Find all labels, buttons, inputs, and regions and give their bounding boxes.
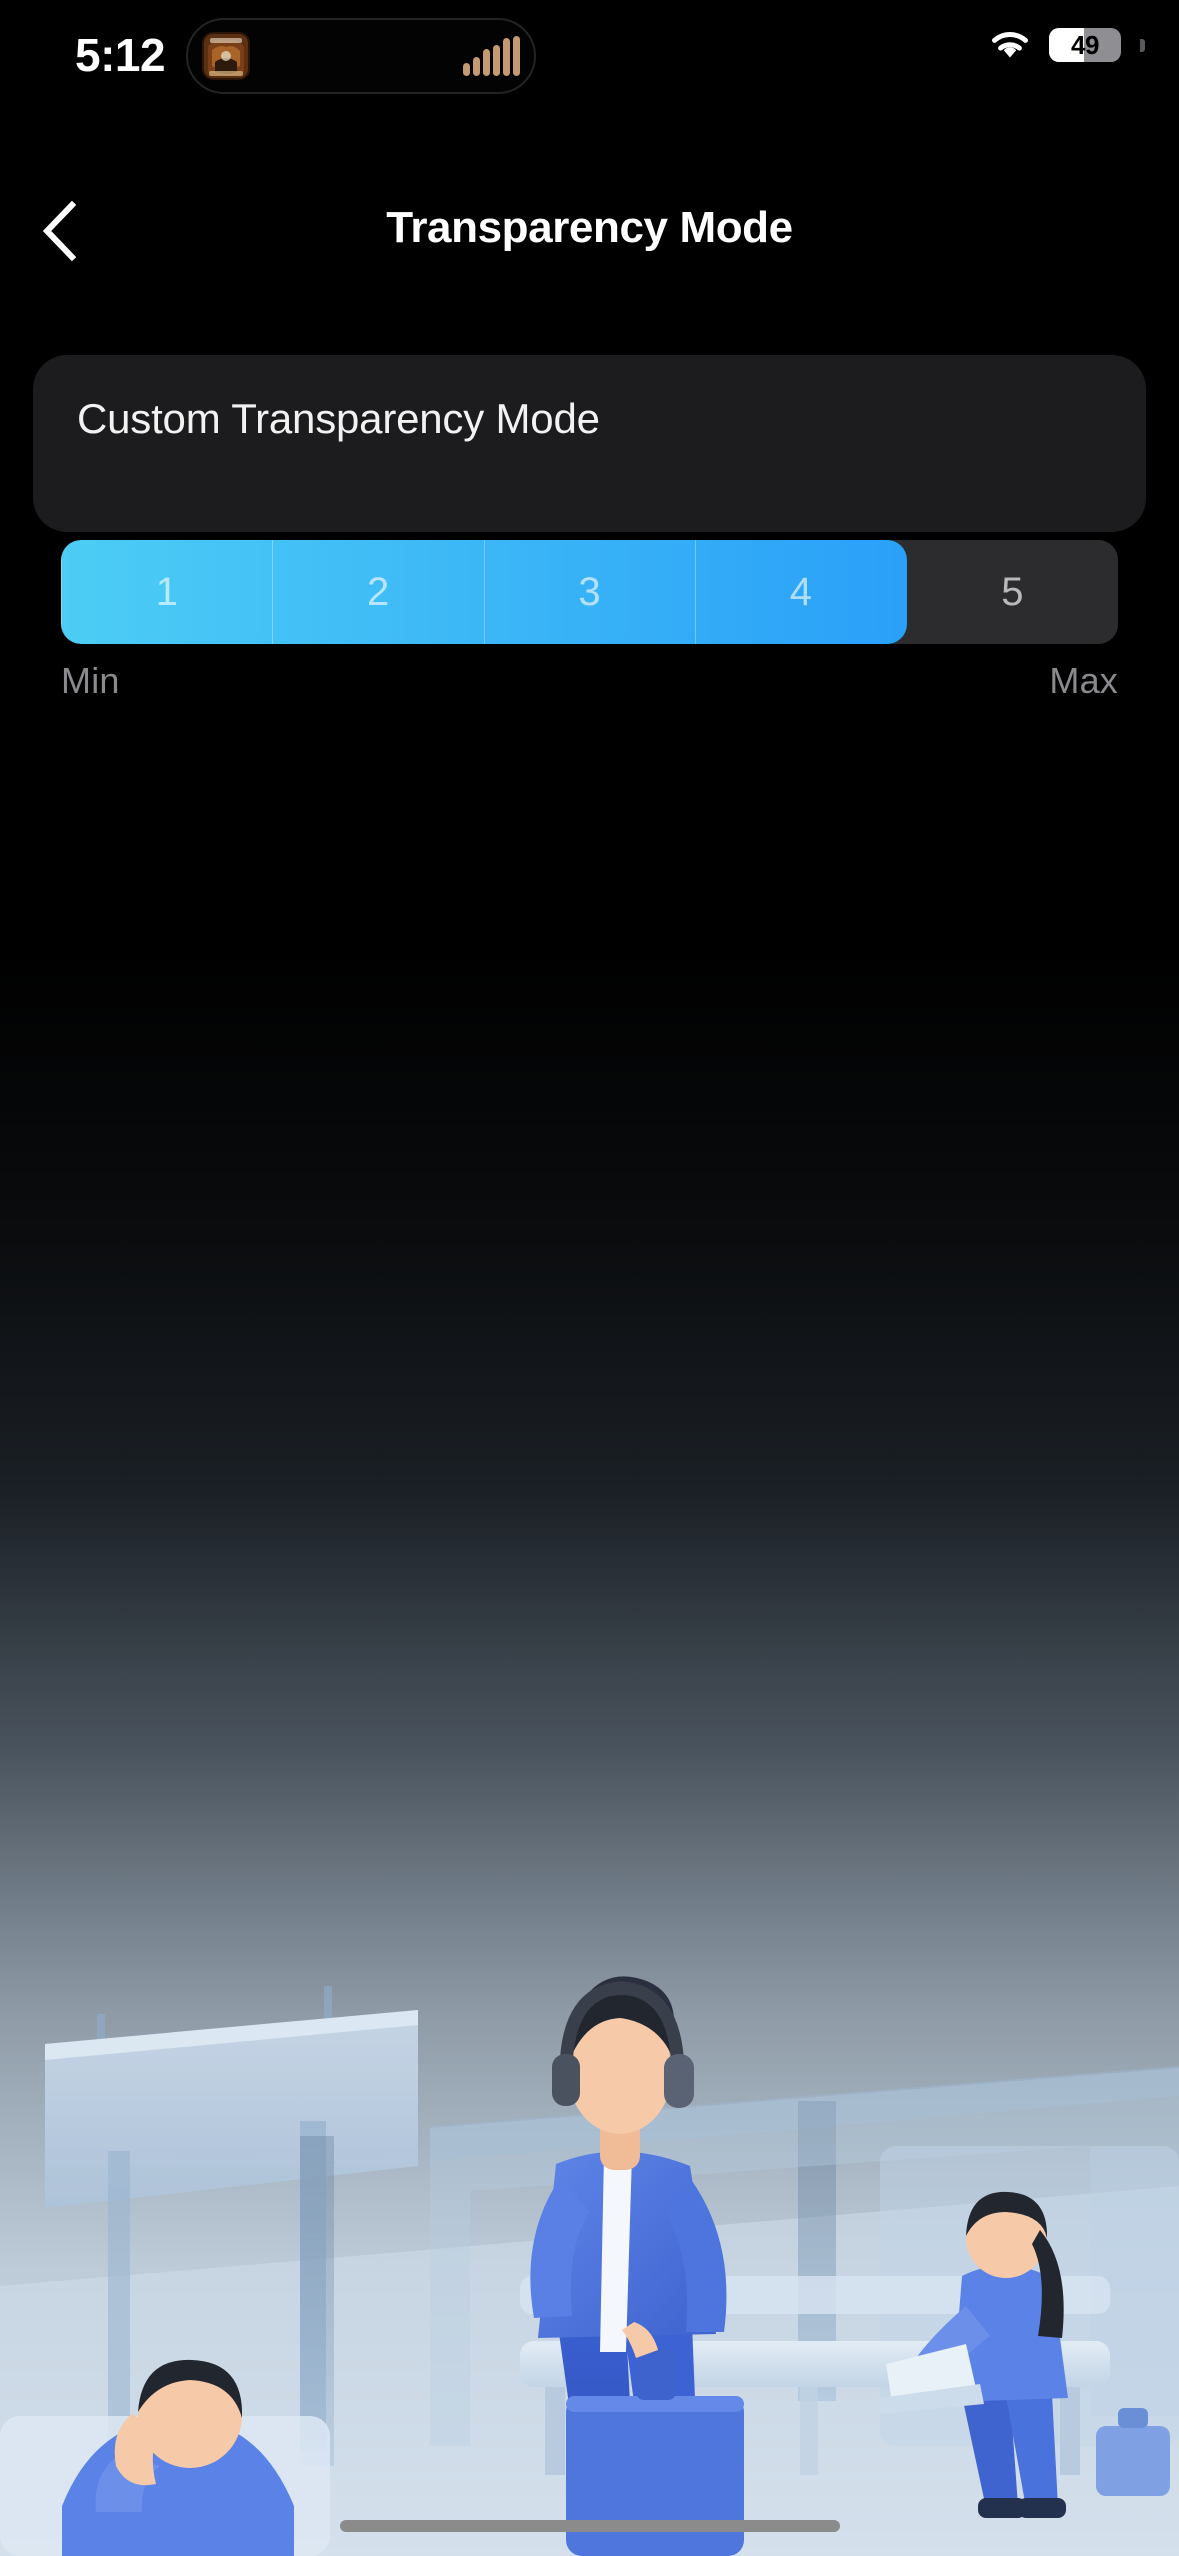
transparency-level-segmented-control[interactable]: 1 2 3 4 5 [61,540,1118,644]
segment-1-label: 1 [155,569,178,614]
segment-4-label: 4 [789,569,813,614]
navigation-bar: Transparency Mode [0,185,1179,280]
wifi-icon [988,29,1032,61]
album-artwork-thumbnail[interactable] [202,32,250,80]
transit-station-illustration [0,946,1179,2556]
status-bar-indicators: 49 [988,28,1145,62]
segment-3-label: 3 [578,569,601,614]
segment-1[interactable]: 1 [61,540,272,644]
segment-4[interactable]: 4 [695,540,906,644]
battery-cap-icon [1140,38,1145,52]
phone-screen: 5:12 49 Transparency Mode Custom Transpa… [0,0,1179,2556]
page-title: Transparency Mode [386,203,793,252]
segment-5[interactable]: 5 [906,540,1118,644]
segment-2-label: 2 [366,569,390,614]
dynamic-island[interactable] [186,18,536,94]
audio-waveform-icon [463,36,520,76]
battery-indicator: 49 [1049,28,1121,62]
status-bar-time: 5:12 [75,29,166,81]
slider-range-labels: Min Max [61,660,1118,702]
card-title: Custom Transparency Mode [77,395,600,442]
segment-2[interactable]: 2 [272,540,483,644]
max-label: Max [1049,660,1118,701]
battery-level-label: 49 [1071,29,1099,60]
status-bar: 5:12 49 [0,0,1179,110]
segment-5-label: 5 [1001,569,1024,614]
min-label: Min [61,660,120,701]
custom-transparency-card: Custom Transparency Mode [33,355,1146,532]
segment-3[interactable]: 3 [483,540,695,644]
home-indicator[interactable] [339,2520,840,2532]
